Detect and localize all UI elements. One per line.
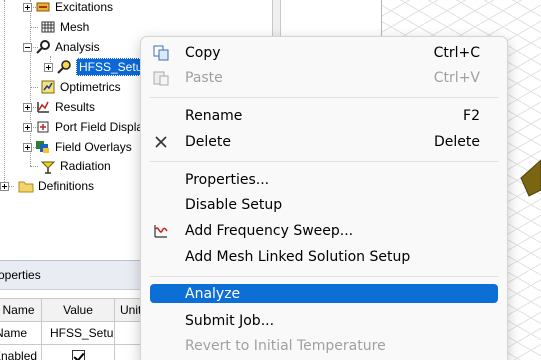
property-name-cell: Name — [0, 321, 42, 345]
tree-item-mesh[interactable]: Mesh — [40, 17, 89, 37]
tree-item-field-overlays[interactable]: Field Overlays — [23, 137, 132, 157]
tree-item-label: Radiation — [60, 159, 111, 173]
results-icon — [35, 99, 51, 115]
menu-item-delete[interactable]: Delete Delete — [150, 131, 498, 153]
properties-title: Properties — [0, 268, 41, 282]
tree-item-label: Optimetrics — [60, 80, 121, 94]
tree-item-label: Port Field Display — [55, 120, 150, 134]
tree-item-optimetrics[interactable]: Optimetrics — [40, 77, 121, 97]
menu-separator — [150, 276, 498, 277]
tree-connector — [30, 87, 38, 88]
tree-item-excitations[interactable]: Excitations — [23, 0, 113, 17]
menu-separator — [150, 97, 498, 98]
column-header-value[interactable]: Value — [41, 298, 115, 322]
enabled-checkbox[interactable] — [71, 349, 85, 360]
collapse-icon[interactable] — [23, 42, 32, 52]
folder-icon — [18, 178, 34, 194]
context-menu: Copy Ctrl+C Paste Ctrl+V Rename F2 Delet… — [140, 36, 508, 360]
property-value-cell[interactable]: HFSS_Setup — [41, 321, 115, 345]
column-header-name[interactable]: Name — [0, 298, 42, 322]
menu-item-analyze[interactable]: Analyze — [150, 284, 498, 303]
menu-item-submit-job[interactable]: Submit Job... — [150, 310, 498, 332]
menu-item-revert-initial-temperature[interactable]: Revert to Initial Temperature — [150, 335, 498, 357]
close-icon — [153, 134, 169, 150]
tree-item-label: Excitations — [55, 0, 114, 14]
tree-item-analysis[interactable]: Analysis — [23, 37, 100, 57]
setup-icon — [56, 59, 72, 75]
tree-item-label: Results — [55, 100, 96, 114]
expand-icon[interactable] — [44, 62, 53, 72]
optimetrics-icon — [40, 79, 56, 95]
radiation-icon — [40, 158, 56, 174]
menu-item-copy[interactable]: Copy Ctrl+C — [150, 42, 498, 64]
menu-item-properties[interactable]: Properties... — [150, 169, 498, 191]
expand-icon[interactable] — [23, 142, 32, 152]
frequency-sweep-icon — [153, 223, 169, 239]
paste-icon — [153, 70, 169, 86]
tree-item-label: Field Overlays — [55, 140, 132, 154]
tree-connector — [4, 0, 5, 186]
expand-icon[interactable] — [23, 122, 32, 132]
port-field-icon — [35, 119, 51, 135]
property-name-cell: Enabled — [0, 344, 42, 360]
field-overlays-icon — [35, 139, 51, 155]
tree-item-port-field-display[interactable]: Port Field Display — [23, 117, 149, 137]
property-value-cell[interactable] — [41, 344, 115, 360]
mesh-icon — [40, 19, 56, 35]
menu-item-paste[interactable]: Paste Ctrl+V — [150, 67, 498, 89]
tree-item-radiation[interactable]: Radiation — [40, 156, 111, 176]
tree-item-label: Mesh — [60, 20, 90, 34]
tree-connector — [30, 166, 38, 167]
menu-item-rename[interactable]: Rename F2 — [150, 105, 498, 127]
expand-icon[interactable] — [23, 102, 32, 112]
tree-item-label: Analysis — [55, 40, 100, 54]
expand-icon[interactable] — [0, 181, 9, 191]
tree-item-label: Definitions — [38, 179, 95, 193]
copy-icon — [153, 45, 169, 61]
tree-item-hfss-setup[interactable]: HFSS_Setup — [44, 57, 153, 77]
menu-item-add-mesh-linked-setup[interactable]: Add Mesh Linked Solution Setup — [150, 246, 498, 268]
menu-item-add-frequency-sweep[interactable]: Add Frequency Sweep... — [150, 220, 498, 242]
excitations-icon — [35, 0, 51, 15]
menu-item-disable-setup[interactable]: Disable Setup — [150, 194, 498, 216]
tree-connector — [30, 27, 38, 28]
properties-panel-header: Properties — [0, 260, 145, 290]
expand-icon[interactable] — [23, 2, 32, 12]
menu-separator — [150, 161, 498, 162]
properties-table: Name Value Unit Name HFSS_Setup Enabled — [0, 298, 154, 360]
analysis-icon — [35, 39, 51, 55]
tree-item-results[interactable]: Results — [23, 97, 95, 117]
tree-item-definitions[interactable]: Definitions — [0, 176, 94, 196]
